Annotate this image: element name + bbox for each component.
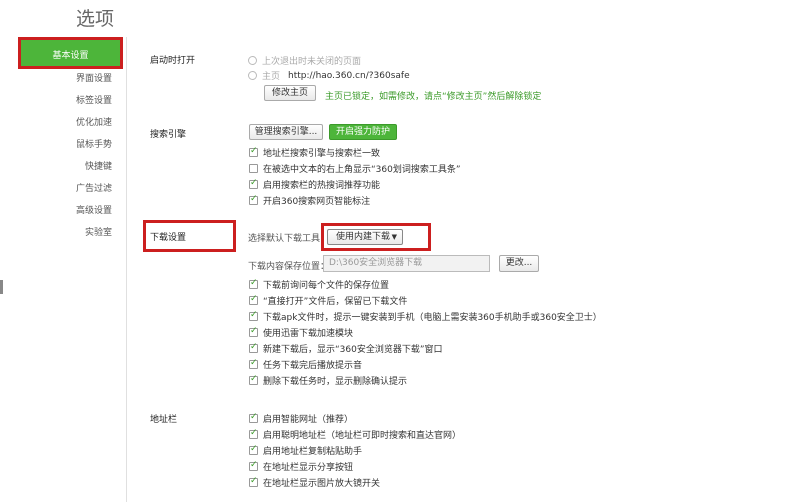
search-option-2[interactable]: 在被选中文本的右上角显示“360划词搜索工具条” — [249, 162, 461, 175]
startup-option-restore[interactable]: 上次退出时未关闭的页面 — [248, 54, 361, 67]
startup-section-title: 启动时打开 — [150, 56, 196, 66]
checkbox[interactable] — [249, 178, 258, 189]
checkbox[interactable] — [249, 278, 258, 289]
checkbox[interactable] — [249, 460, 258, 471]
search-option-3[interactable]: 启用搜索栏的热搜词推荐功能 — [249, 178, 380, 191]
checkbox[interactable] — [249, 428, 258, 439]
sidebar: 基本设置 界面设置 标签设置 优化加速 鼠标手势 快捷键 广告过滤 高级设置 实… — [0, 37, 127, 502]
startup-option-home[interactable]: 主页 http://hao.360.cn/?360safe — [248, 69, 410, 82]
download-tool-label: 选择默认下载工具 — [248, 234, 321, 244]
download-option-5[interactable]: 新建下载后，显示“360安全浏览器下载”窗口 — [249, 342, 443, 355]
startup-option-home-label: 主页 — [262, 72, 281, 82]
option-label: 任务下载完后播放提示音 — [263, 361, 363, 371]
addressbar-option-1[interactable]: 启用智能网址（推荐） — [249, 412, 353, 425]
option-label: “直接打开”文件后，保留已下载文件 — [263, 297, 408, 307]
addressbar-option-5[interactable]: 在地址栏显示图片放大镜开关 — [249, 476, 380, 489]
download-option-2[interactable]: “直接打开”文件后，保留已下载文件 — [249, 294, 407, 307]
home-url: http://hao.360.cn/?360safe — [288, 70, 410, 81]
checkbox[interactable] — [249, 444, 258, 455]
download-option-4[interactable]: 使用迅雷下载加速模块 — [249, 326, 353, 339]
checkbox[interactable] — [249, 374, 258, 385]
option-label: 开启360搜索网页智能标注 — [263, 197, 371, 207]
checkbox[interactable] — [249, 358, 258, 369]
addressbar-option-3[interactable]: 启用地址栏复制粘贴助手 — [249, 444, 362, 457]
collapse-handle[interactable] — [0, 280, 3, 294]
sidebar-item-tabs[interactable]: 标签设置 — [0, 93, 126, 106]
addressbar-option-4[interactable]: 在地址栏显示分享按钮 — [249, 460, 353, 473]
download-tool-selected-value: 使用内建下载 — [336, 232, 391, 242]
sidebar-item-optimize[interactable]: 优化加速 — [0, 115, 126, 128]
save-location-label: 下载内容保存位置： — [248, 262, 330, 272]
download-option-1[interactable]: 下载前询问每个文件的保存位置 — [249, 278, 389, 291]
change-home-button[interactable]: 修改主页 — [264, 85, 316, 101]
option-label: 下载前询问每个文件的保存位置 — [263, 281, 390, 291]
addressbar-option-2[interactable]: 启用聪明地址栏（地址栏可即时搜索和直达官网） — [249, 428, 461, 441]
option-label: 启用地址栏复制粘贴助手 — [263, 447, 363, 457]
page-title: 选项 — [76, 8, 115, 30]
option-label: 在被选中文本的右上角显示“360划词搜索工具条” — [263, 165, 461, 175]
option-label: 启用智能网址（推荐） — [263, 415, 354, 425]
option-label: 地址栏搜索引擎与搜索栏一致 — [263, 149, 381, 159]
sidebar-item-basic[interactable]: 基本设置 — [18, 37, 123, 69]
sidebar-item-gestures[interactable]: 鼠标手势 — [0, 137, 126, 150]
checkbox[interactable] — [249, 146, 258, 157]
checkbox[interactable] — [249, 342, 258, 353]
search-option-4[interactable]: 开启360搜索网页智能标注 — [249, 194, 370, 207]
option-label: 新建下载后，显示“360安全浏览器下载”窗口 — [263, 345, 443, 355]
download-option-7[interactable]: 删除下载任务时，显示删除确认提示 — [249, 374, 407, 387]
manage-search-button[interactable]: 管理搜索引擎... — [249, 124, 323, 140]
checkbox[interactable] — [249, 194, 258, 205]
radio-home[interactable] — [248, 71, 257, 80]
checkbox[interactable] — [249, 326, 258, 337]
option-label: 启用搜索栏的热搜词推荐功能 — [263, 181, 381, 191]
startup-option-restore-label: 上次退出时未关闭的页面 — [262, 57, 362, 67]
search-option-1[interactable]: 地址栏搜索引擎与搜索栏一致 — [249, 146, 380, 159]
option-label: 在地址栏显示图片放大镜开关 — [263, 479, 381, 489]
checkbox[interactable] — [249, 294, 258, 305]
protect-button[interactable]: 开启强力防护 — [329, 124, 397, 140]
download-section-title: 下载设置 — [150, 233, 187, 243]
chevron-down-icon: ▼ — [391, 233, 397, 241]
download-option-6[interactable]: 任务下载完后播放提示音 — [249, 358, 362, 371]
sidebar-item-adfilter[interactable]: 广告过滤 — [0, 181, 126, 194]
checkbox[interactable] — [249, 164, 258, 173]
checkbox[interactable] — [249, 310, 258, 321]
option-label: 使用迅雷下载加速模块 — [263, 329, 354, 339]
radio-restore[interactable] — [248, 56, 257, 65]
sidebar-item-shortcuts[interactable]: 快捷键 — [0, 159, 126, 172]
change-path-button[interactable]: 更改... — [499, 255, 539, 272]
checkbox[interactable] — [249, 412, 258, 423]
addressbar-section-title: 地址栏 — [150, 415, 178, 425]
sidebar-item-advanced[interactable]: 高级设置 — [0, 203, 126, 216]
download-option-3[interactable]: 下载apk文件时，提示一键安装到手机（电脑上需安装360手机助手或360安全卫士… — [249, 310, 602, 323]
option-label: 下载apk文件时，提示一键安装到手机（电脑上需安装360手机助手或360安全卫士… — [263, 313, 602, 323]
search-section-title: 搜索引擎 — [150, 130, 187, 140]
sidebar-item-interface[interactable]: 界面设置 — [0, 71, 126, 84]
download-tool-select[interactable]: 使用内建下载 ▼ — [327, 229, 403, 245]
save-path-input[interactable]: D:\360安全浏览器下载 — [323, 255, 490, 272]
option-label: 删除下载任务时，显示删除确认提示 — [263, 377, 408, 387]
checkbox[interactable] — [249, 476, 258, 487]
lock-note: 主页已锁定，如需修改，请点“修改主页”然后解除锁定 — [325, 92, 542, 102]
option-label: 启用聪明地址栏（地址栏可即时搜索和直达官网） — [263, 431, 462, 441]
option-label: 在地址栏显示分享按钮 — [263, 463, 354, 473]
sidebar-item-lab[interactable]: 实验室 — [0, 225, 126, 238]
